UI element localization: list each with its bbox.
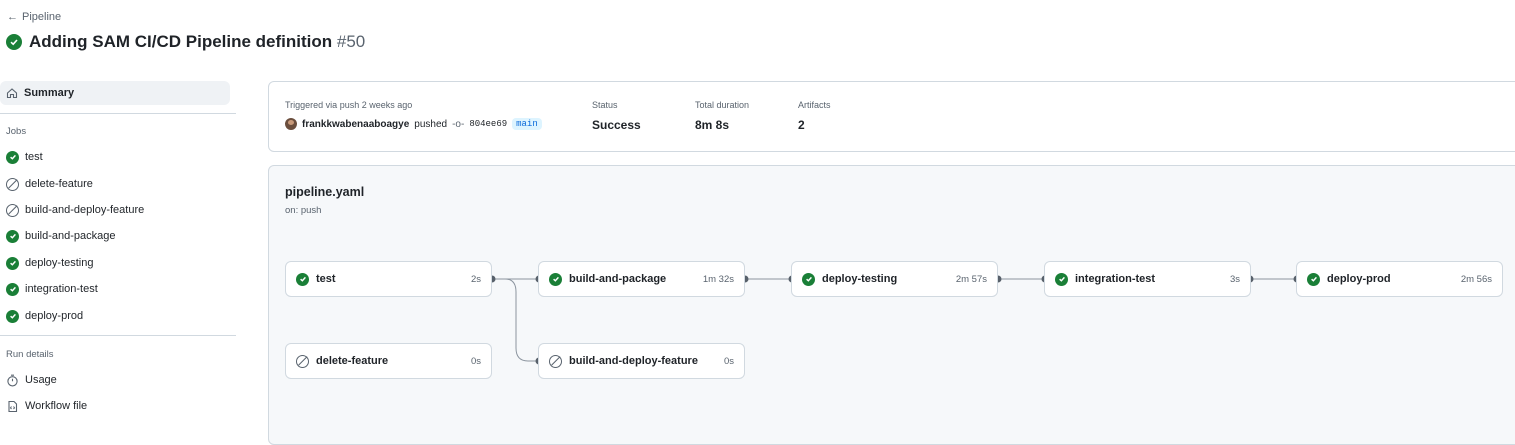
page-title-row: Adding SAM CI/CD Pipeline definition #50 <box>6 32 365 52</box>
sidebar-job-delete-feature[interactable]: delete-feature <box>6 175 93 193</box>
job-duration: 0s <box>723 355 734 367</box>
check-circle-icon <box>549 272 562 286</box>
check-circle-icon <box>6 309 19 323</box>
job-name: deploy-testing <box>822 273 898 285</box>
stopwatch-icon <box>7 374 18 386</box>
sidebar-divider <box>0 113 236 114</box>
artifacts-label: Artifacts <box>798 100 831 110</box>
jobs-heading: Jobs <box>6 126 27 137</box>
job-node-deploy-testing[interactable]: deploy-testing 2m 57s <box>791 261 998 297</box>
sidebar-divider <box>0 335 236 336</box>
sidebar-usage[interactable]: Usage <box>6 371 57 389</box>
commit-link[interactable]: 804ee69 <box>469 119 507 129</box>
job-node-deploy-prod[interactable]: deploy-prod 2m 56s <box>1296 261 1503 297</box>
duration-label: Total duration <box>695 100 750 110</box>
run-details-heading: Run details <box>6 349 54 360</box>
check-circle-icon <box>6 229 19 243</box>
check-circle-icon <box>802 272 815 286</box>
workflow-file-label: Workflow file <box>25 400 88 412</box>
run-summary-card <box>268 81 1515 152</box>
sidebar-job-build-and-package[interactable]: build-and-package <box>6 227 116 245</box>
skipped-icon <box>6 177 19 191</box>
check-circle-icon <box>6 34 22 50</box>
check-circle-icon <box>1055 272 1068 286</box>
job-duration: 3s <box>1229 273 1240 285</box>
job-duration: 1m 32s <box>702 273 734 285</box>
artifacts-count[interactable]: 2 <box>798 118 805 132</box>
page-title: Adding SAM CI/CD Pipeline definition #50 <box>29 32 365 52</box>
back-link-label: Pipeline <box>22 11 62 23</box>
sidebar-job-integration-test[interactable]: integration-test <box>6 280 98 298</box>
check-circle-icon <box>6 282 19 296</box>
sidebar-job-test[interactable]: test <box>6 148 43 166</box>
sidebar-job-label: build-and-deploy-feature <box>25 204 145 216</box>
job-node-delete-feature[interactable]: delete-feature 0s <box>285 343 492 379</box>
action-text: pushed <box>414 118 448 130</box>
avatar <box>285 118 297 130</box>
file-code-icon <box>8 400 18 412</box>
check-circle-icon <box>6 150 19 164</box>
job-name: delete-feature <box>316 355 389 367</box>
job-duration: 2s <box>470 273 481 285</box>
sidebar-job-label: deploy-prod <box>25 310 84 322</box>
job-duration: 2m 56s <box>1460 273 1492 285</box>
status-label: Status <box>592 100 618 110</box>
sidebar-job-label: build-and-package <box>25 230 116 242</box>
job-name: test <box>316 273 336 285</box>
status-value: Success <box>592 118 641 132</box>
duration-value: 8m 8s <box>695 118 730 132</box>
sidebar-workflow-file[interactable]: Workflow file <box>6 397 87 415</box>
workflow-trigger: on: push <box>285 205 322 216</box>
sidebar-job-label: delete-feature <box>25 178 93 190</box>
check-circle-icon <box>6 256 19 270</box>
job-node-build-and-package[interactable]: build-and-package 1m 32s <box>538 261 745 297</box>
summary-label: Summary <box>24 87 75 99</box>
run-title: Adding SAM CI/CD Pipeline definition <box>29 32 333 51</box>
job-node-integration-test[interactable]: integration-test 3s <box>1044 261 1251 297</box>
workflow-file-name: pipeline.yaml <box>285 185 365 199</box>
job-name: deploy-prod <box>1327 273 1391 285</box>
skipped-icon <box>296 354 309 368</box>
skipped-icon <box>549 354 562 368</box>
usage-label: Usage <box>25 374 57 386</box>
sidebar-job-deploy-prod[interactable]: deploy-prod <box>6 307 83 325</box>
job-duration: 2m 57s <box>955 273 987 285</box>
sidebar-job-build-and-deploy-feature[interactable]: build-and-deploy-feature <box>6 201 144 219</box>
check-circle-icon <box>1307 272 1320 286</box>
home-icon <box>6 88 18 99</box>
arrow-left-icon: ← <box>7 11 18 23</box>
trigger-details: frankkwabenaaboagye pushed -o- 804ee69 m… <box>285 118 542 130</box>
actor-link[interactable]: frankkwabenaaboagye <box>302 119 409 130</box>
skipped-icon <box>6 203 19 217</box>
trigger-text: Triggered via push 2 weeks ago <box>285 100 413 110</box>
job-name: build-and-package <box>569 273 667 285</box>
branch-badge[interactable]: main <box>512 118 542 130</box>
workflow-graph <box>268 165 1515 445</box>
job-node-build-and-deploy-feature[interactable]: build-and-deploy-feature 0s <box>538 343 745 379</box>
sidebar-job-label: deploy-testing <box>25 257 94 269</box>
sidebar-summary[interactable]: Summary <box>0 81 230 105</box>
git-commit-icon: -o- <box>452 118 465 130</box>
sidebar-job-label: integration-test <box>25 283 98 295</box>
job-name: integration-test <box>1075 273 1156 285</box>
sidebar-job-deploy-testing[interactable]: deploy-testing <box>6 254 94 272</box>
job-name: build-and-deploy-feature <box>569 355 698 367</box>
back-to-pipeline-link[interactable]: ← Pipeline <box>7 11 61 23</box>
job-node-test[interactable]: test 2s <box>285 261 492 297</box>
sidebar-job-label: test <box>25 151 43 163</box>
job-duration: 0s <box>470 355 481 367</box>
check-circle-icon <box>296 272 309 286</box>
run-number: #50 <box>336 32 366 51</box>
